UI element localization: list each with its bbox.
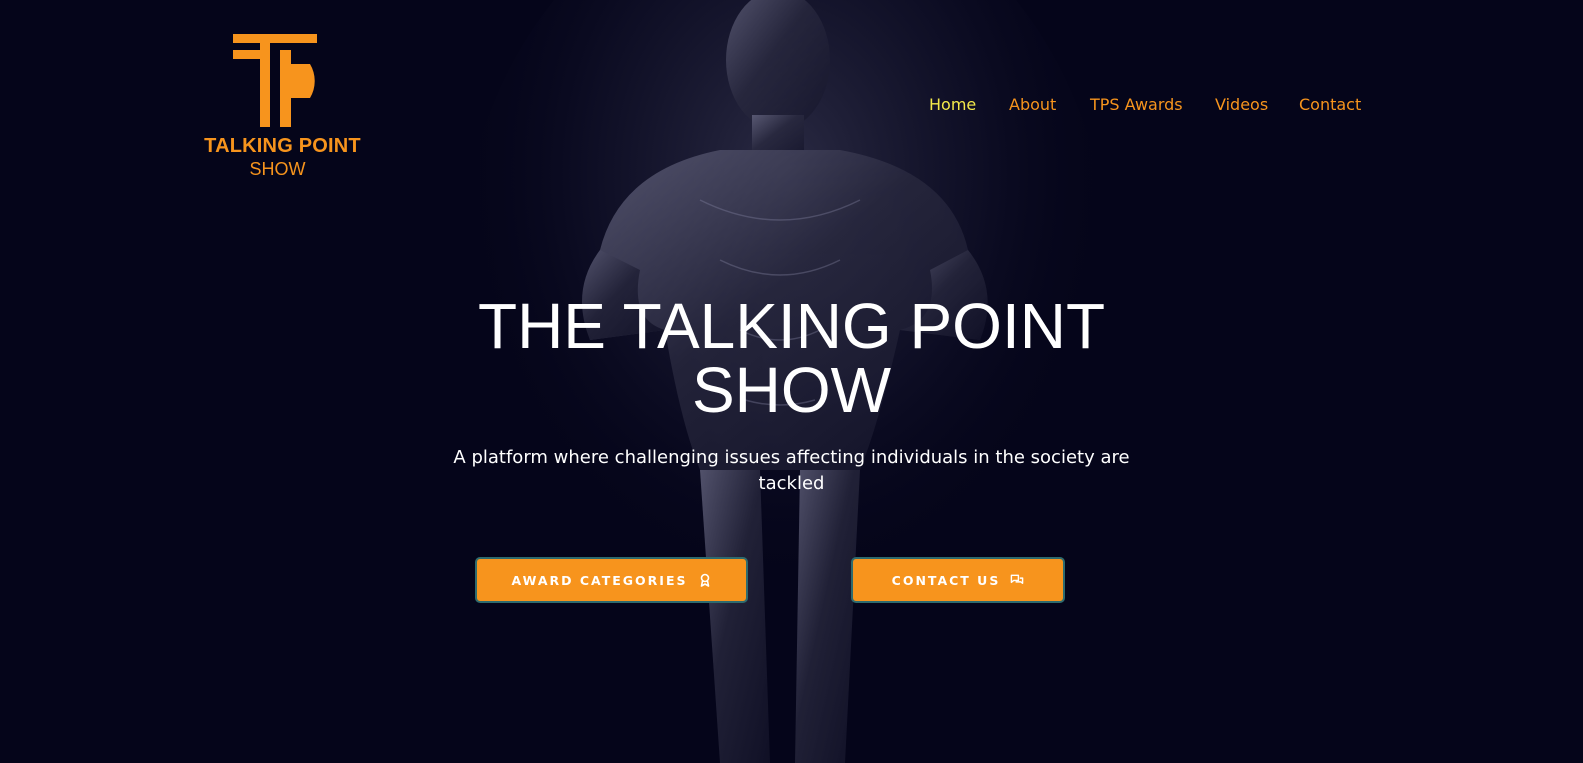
- nav-item-videos[interactable]: Videos: [1215, 95, 1268, 114]
- award-categories-label: AWARD CATEGORIES: [511, 572, 688, 588]
- nav-item-contact[interactable]: Contact: [1299, 95, 1361, 114]
- nav-item-about[interactable]: About: [1009, 95, 1056, 114]
- hero-title: THE TALKING POINT SHOW: [0, 294, 1583, 422]
- contact-us-button[interactable]: CONTACT US: [851, 557, 1065, 603]
- hero-title-line1: THE TALKING POINT: [477, 290, 1106, 362]
- logo-text-show: SHOW: [249, 159, 306, 179]
- nav-item-tps-awards[interactable]: TPS Awards: [1090, 95, 1183, 114]
- chat-bubbles-icon: [1010, 573, 1024, 587]
- award-icon: [698, 573, 712, 587]
- hero-title-line2: SHOW: [691, 354, 892, 426]
- award-categories-button[interactable]: AWARD CATEGORIES: [475, 557, 748, 603]
- hero-subtitle: A platform where challenging issues affe…: [453, 447, 1130, 494]
- tp-logo-icon: [233, 34, 317, 127]
- nav-item-home[interactable]: Home: [929, 95, 976, 114]
- main-navigation: Home About TPS Awards Videos Contact: [0, 95, 1583, 119]
- logo-text-talking-point: TALKING POINT: [204, 135, 361, 157]
- contact-us-label: CONTACT US: [891, 572, 1001, 588]
